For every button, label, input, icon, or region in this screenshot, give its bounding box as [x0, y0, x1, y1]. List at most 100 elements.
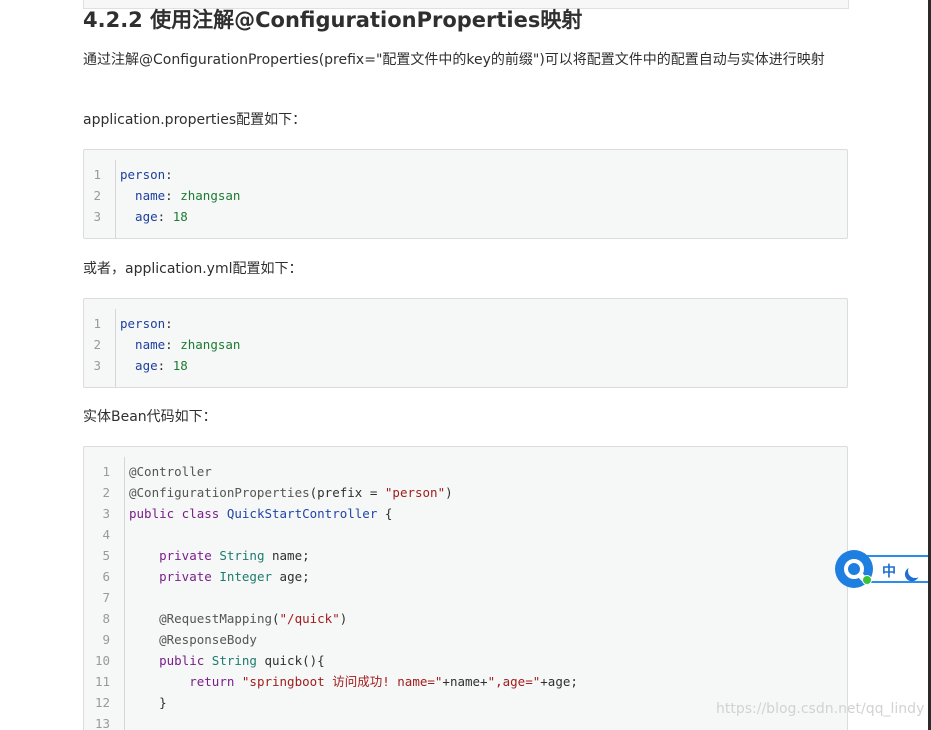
yaml-key: name	[120, 337, 166, 352]
code-token: private	[159, 548, 220, 563]
code-token: String	[211, 653, 257, 668]
code-line: 1 person:	[84, 313, 847, 334]
code-token: (prefix =	[309, 485, 385, 500]
line-number: 1	[93, 167, 101, 182]
line-number: 8	[102, 611, 110, 626]
code-token: @Controller	[129, 464, 212, 479]
code-token: public	[159, 653, 212, 668]
code-line: 2 name: zhangsan	[84, 334, 847, 355]
code-token: return	[189, 674, 242, 689]
code-text: }	[129, 692, 167, 713]
code-token: age;	[272, 569, 310, 584]
yaml-key: name	[120, 188, 166, 203]
code-line: 11 return "springboot 访问成功! name="+name+…	[84, 671, 847, 692]
line-number: 6	[102, 569, 110, 584]
code-line: 3 age: 18	[84, 206, 847, 227]
line-number: 1	[93, 316, 101, 331]
line-number: 3	[93, 358, 101, 373]
yaml-key: person	[120, 167, 166, 182]
bean-code-block[interactable]: 1 @Controller 2 @ConfigurationProperties(pr…	[83, 446, 848, 730]
code-line: 1 person:	[84, 164, 847, 185]
properties-label: application.properties配置如下：	[83, 112, 307, 128]
article-page: 4.2.2 使用注解@ConfigurationProperties映射 通过注…	[0, 0, 931, 730]
line-number: 3	[102, 506, 110, 521]
code-line: 4	[84, 524, 847, 545]
code-token: "/quick"	[279, 611, 340, 626]
code-line: 5 private String name;	[84, 545, 847, 566]
code-token: "springboot 访问成功! name="	[241, 674, 443, 689]
yaml-separator: :	[165, 337, 181, 352]
status-dot-icon	[862, 575, 872, 585]
properties-code-block[interactable]: 1 person: 2 name: zhangsan 3 age: 18	[83, 149, 848, 239]
yaml-separator: :	[157, 209, 173, 224]
code-token: name;	[264, 548, 310, 563]
code-line: 8 @RequestMapping("/quick")	[84, 608, 847, 629]
line-number: 12	[94, 695, 110, 710]
code-token: QuickStartController	[226, 506, 378, 521]
code-line: 3 age: 18	[84, 355, 847, 376]
code-lines: 1 @Controller 2 @ConfigurationProperties(pr…	[84, 461, 847, 730]
code-text: age: 18	[120, 355, 188, 376]
input-method-widget[interactable]: 中	[835, 550, 931, 588]
code-text: public String quick(){	[129, 650, 325, 671]
code-text: @Controller	[129, 461, 212, 482]
yml-code-block[interactable]: 1 person: 2 name: zhangsan 3 age: 18	[83, 298, 848, 388]
code-token: @ConfigurationProperties	[129, 485, 310, 500]
yaml-value: zhangsan	[180, 188, 241, 203]
code-lines: 1 person: 2 name: zhangsan 3 age: 18	[84, 313, 847, 376]
yaml-value: 18	[172, 358, 188, 373]
code-token: public class	[129, 506, 227, 521]
line-number: 2	[102, 485, 110, 500]
code-text: age: 18	[120, 206, 188, 227]
yaml-key: age	[120, 209, 158, 224]
code-text: person:	[120, 313, 173, 334]
yaml-key: age	[120, 358, 158, 373]
section-heading: 4.2.2 使用注解@ConfigurationProperties映射	[83, 8, 583, 32]
code-token: )	[445, 485, 453, 500]
code-text: person:	[120, 164, 173, 185]
line-number: 11	[94, 674, 110, 689]
code-text: return "springboot 访问成功! name="+name+",a…	[129, 671, 578, 692]
code-line: 3 public class QuickStartController {	[84, 503, 847, 524]
code-token: Integer	[219, 569, 273, 584]
yaml-separator: :	[165, 188, 181, 203]
code-text: name: zhangsan	[120, 185, 240, 206]
code-token: "person"	[384, 485, 446, 500]
code-token: quick(){	[256, 653, 325, 668]
yaml-separator: :	[157, 358, 173, 373]
yaml-key: person	[120, 316, 166, 331]
yaml-separator: :	[165, 167, 173, 182]
code-token: {	[377, 506, 393, 521]
code-token: @RequestMapping	[159, 611, 272, 626]
code-token: @ResponseBody	[159, 632, 257, 647]
code-text: private Integer age;	[129, 566, 310, 587]
line-number: 1	[102, 464, 110, 479]
code-text: @RequestMapping("/quick")	[129, 608, 347, 629]
yaml-value: zhangsan	[180, 337, 241, 352]
code-token: String	[219, 548, 265, 563]
line-number: 13	[94, 716, 110, 730]
intro-paragraph: 通过注解@ConfigurationProperties(prefix="配置文…	[83, 52, 825, 68]
code-line: 10 public String quick(){	[84, 650, 847, 671]
code-line: 7	[84, 587, 847, 608]
bean-label: 实体Bean代码如下：	[83, 409, 217, 425]
code-token: +age;	[540, 674, 578, 689]
code-token: ",age="	[487, 674, 541, 689]
line-number: 4	[102, 527, 110, 542]
yaml-separator: :	[165, 316, 173, 331]
code-line: 9 @ResponseBody	[84, 629, 847, 650]
code-line: 2 @ConfigurationProperties(prefix = "pers…	[84, 482, 847, 503]
language-toggle[interactable]: 中	[882, 564, 896, 580]
code-line: 6 private Integer age;	[84, 566, 847, 587]
code-token: }	[129, 695, 167, 710]
watermark: https://blog.csdn.net/qq_lindy	[716, 701, 925, 717]
line-number: 7	[102, 590, 110, 605]
code-token: (	[272, 611, 280, 626]
line-number: 3	[93, 209, 101, 224]
code-text: @ResponseBody	[129, 629, 257, 650]
